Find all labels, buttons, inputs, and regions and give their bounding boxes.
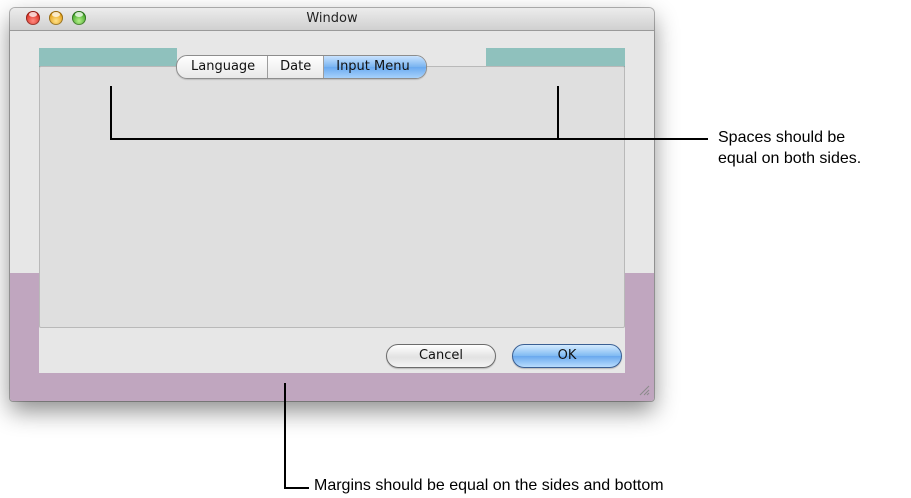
tab-segmented-control: Language Date Input Menu: [176, 55, 427, 79]
window: Window Language Date Input Menu Cancel O…: [10, 8, 654, 401]
tab-language[interactable]: Language: [177, 56, 267, 78]
spacing-note-line1: Spaces should be: [718, 129, 846, 146]
tab-input-menu[interactable]: Input Menu: [323, 56, 426, 78]
tab-date[interactable]: Date: [267, 56, 323, 78]
cancel-button[interactable]: Cancel: [386, 344, 496, 368]
spacing-callout-left-tick: [110, 86, 112, 140]
margin-callout-line: [284, 487, 309, 489]
resize-grip-icon[interactable]: [638, 384, 650, 396]
spacing-callout-right-tick: [557, 86, 559, 140]
tab-content-box: [39, 66, 625, 328]
ok-button[interactable]: OK: [512, 344, 622, 368]
window-title: Window: [306, 11, 358, 26]
margin-callout-tick: [284, 383, 286, 489]
spacing-note-line2: equal on both sides.: [718, 150, 862, 167]
spacing-callout-line: [110, 138, 708, 140]
margin-note: Margins should be equal on the sides and…: [314, 477, 664, 494]
title-bar[interactable]: Window: [10, 8, 654, 31]
